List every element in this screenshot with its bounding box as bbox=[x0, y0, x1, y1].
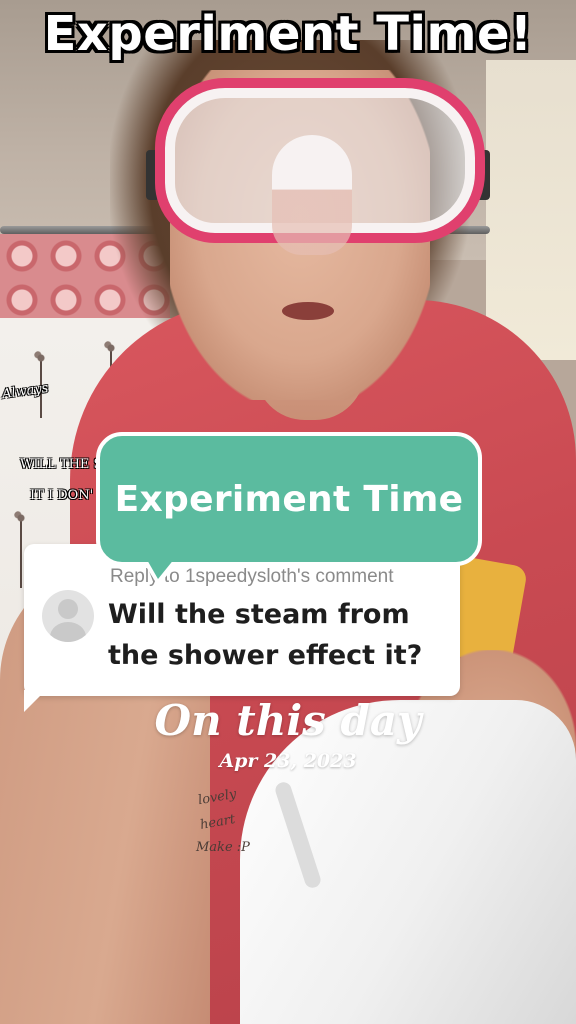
speech-bubble-label: Experiment Time bbox=[114, 478, 464, 520]
doorway bbox=[486, 60, 576, 360]
white-bottle bbox=[240, 700, 576, 1024]
curtain-script: Make :P bbox=[196, 840, 250, 855]
reply-comment-sticker[interactable]: Reply to 1speedysloth's comment Will the… bbox=[24, 544, 460, 696]
mouth bbox=[282, 302, 334, 320]
video-title: Experiment Time! bbox=[43, 6, 533, 62]
partial-caption-line: WILL THE S bbox=[20, 457, 103, 472]
speech-bubble-sticker[interactable]: Experiment Time bbox=[96, 432, 482, 566]
goggle-nose-piece bbox=[272, 135, 352, 255]
bubble-tail bbox=[146, 558, 175, 579]
flower-illustration bbox=[13, 510, 29, 588]
memory-date: Apr 23, 2023 bbox=[219, 750, 357, 772]
comment-text: Will the steam from the shower effect it… bbox=[108, 599, 423, 671]
on-this-day-title: On this day bbox=[154, 696, 422, 745]
partial-caption-line: IT I DON' bbox=[30, 488, 94, 503]
avatar-icon bbox=[42, 590, 94, 642]
